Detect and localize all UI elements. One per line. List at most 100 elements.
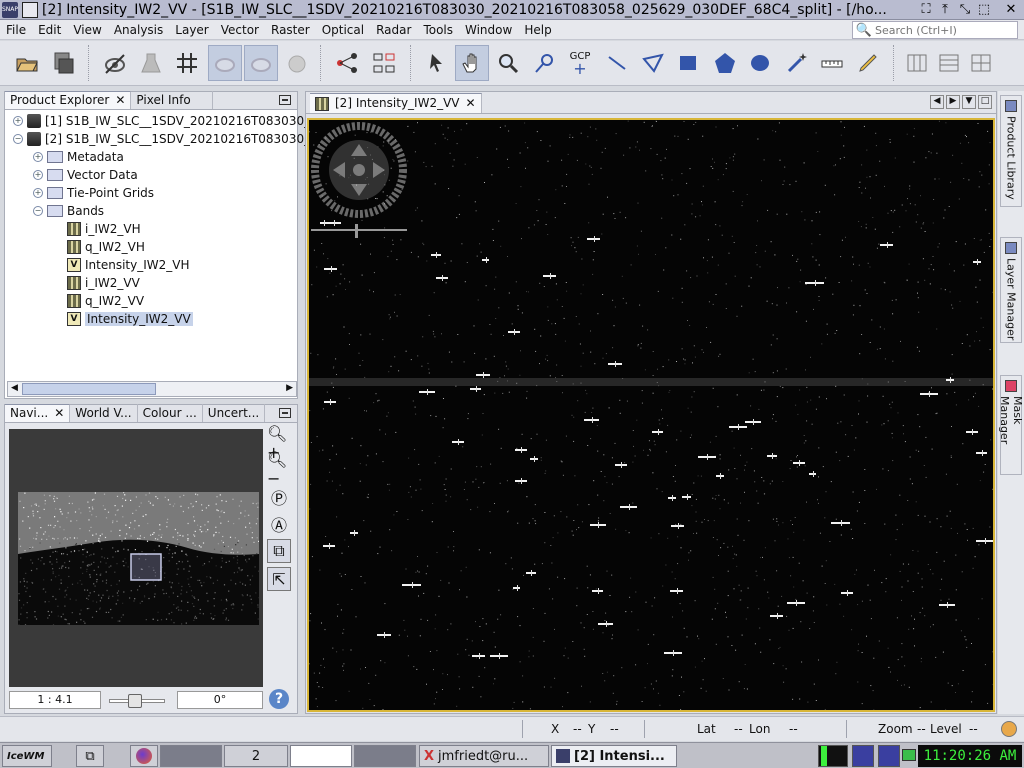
gcp-tool-button[interactable]: GCP + (563, 45, 597, 81)
menu-radar[interactable]: Radar (370, 23, 417, 37)
tree-node[interactable]: i_IW2_VV (53, 274, 140, 292)
pin-tool-button[interactable] (528, 45, 562, 81)
annotation-tool-button[interactable] (851, 45, 885, 81)
fullscreen-icon[interactable]: ⛶ (918, 2, 934, 18)
maximize-view-icon[interactable]: □ (978, 95, 992, 109)
sync-cursor-icon[interactable]: ⇱ (267, 567, 291, 591)
next-tab-icon[interactable]: ▶ (946, 95, 960, 109)
menu-optical[interactable]: Optical (316, 23, 370, 37)
tree-node[interactable]: + Metadata (33, 148, 124, 166)
workspace-1[interactable] (160, 745, 222, 767)
tree-node[interactable]: − [2] S1B_IW_SLC__1SDV_20210216T083030_ (13, 130, 310, 148)
tree-node[interactable]: + [1] S1B_IW_SLC__1SDV_20210216T083030_ (13, 112, 310, 130)
maximize-icon[interactable]: ⬚ (976, 2, 992, 18)
rotation-field[interactable]: 0° (177, 691, 263, 709)
sidebar-tab-product-library[interactable]: Product Library (1000, 95, 1022, 207)
help-icon[interactable]: ? (269, 689, 289, 709)
tab-navigation[interactable]: Navi... ✕ (5, 404, 71, 422)
tile-horizontally-button[interactable] (932, 45, 966, 81)
mail-icon[interactable] (902, 749, 916, 761)
ellipse-tool-button[interactable] (743, 45, 777, 81)
graticule-button[interactable] (170, 45, 204, 81)
menu-raster[interactable]: Raster (265, 23, 316, 37)
expand-icon[interactable]: + (33, 170, 43, 180)
close-icon[interactable]: ✕ (1003, 2, 1019, 18)
menu-layer[interactable]: Layer (169, 23, 214, 37)
range-finder-tool-button[interactable] (815, 45, 849, 81)
tree-node[interactable]: + Vector Data (33, 166, 138, 184)
workspace-3[interactable] (290, 745, 352, 767)
sync-views-icon[interactable]: ⧉ (267, 539, 291, 563)
filter-band-button[interactable] (134, 45, 168, 81)
rectangle-tool-button[interactable] (671, 45, 705, 81)
sidebar-tab-mask-manager[interactable]: Mask Manager (998, 375, 1024, 475)
tree-node[interactable]: i_IW2_VH (53, 220, 141, 238)
minimize-panel-icon[interactable] (279, 408, 291, 418)
select-tool-button[interactable] (420, 45, 454, 81)
overlay-pins-button[interactable] (244, 45, 278, 81)
tab-product-explorer[interactable]: Product Explorer ✕ (5, 91, 132, 109)
band-maths-button[interactable] (98, 45, 132, 81)
open-product-button[interactable] (10, 45, 44, 81)
zoom-all-icon[interactable]: Ⓐ (267, 512, 291, 536)
polyline-tool-button[interactable] (636, 45, 670, 81)
tile-grid-button[interactable] (964, 45, 998, 81)
zoom-slider[interactable] (109, 694, 165, 708)
scrollbar-thumb[interactable] (22, 383, 156, 395)
polygon-tool-button[interactable] (708, 45, 742, 81)
search-box[interactable]: 🔍 (852, 21, 1018, 39)
sar-image-canvas[interactable] (307, 118, 995, 712)
pan-tool-button[interactable] (455, 45, 489, 81)
close-tab-icon[interactable]: ✕ (115, 92, 125, 109)
horizontal-scrollbar[interactable]: ◀ ▶ (7, 381, 297, 397)
collapse-icon[interactable]: − (13, 134, 23, 144)
tree-node[interactable]: q_IW2_VV (53, 292, 144, 310)
tab-pixel-info[interactable]: Pixel Info (131, 91, 214, 109)
tree-node[interactable]: V Intensity_IW2_VH (53, 256, 190, 274)
snap-task[interactable]: [2] Intensi... (551, 745, 677, 767)
tile-evenly-button[interactable] (900, 45, 934, 81)
expand-icon[interactable]: + (33, 188, 43, 198)
magic-wand-tool-button[interactable] (780, 45, 814, 81)
menu-window[interactable]: Window (459, 23, 518, 37)
snap-app-icon[interactable]: SNAP (2, 1, 18, 18)
notifications-icon[interactable] (1001, 721, 1017, 737)
zoom-scale-control[interactable] (311, 224, 407, 240)
line-tool-button[interactable] (600, 45, 634, 81)
overlay-mask-button[interactable] (280, 45, 314, 81)
expand-icon[interactable]: + (33, 152, 43, 162)
close-tab-icon[interactable]: ✕ (466, 95, 476, 112)
viewport-rectangle[interactable] (130, 553, 162, 581)
search-input[interactable] (875, 23, 1015, 37)
tree-node[interactable]: V Intensity_IW2_VV (53, 310, 193, 328)
overlay-world-map-button[interactable] (208, 45, 242, 81)
menu-analysis[interactable]: Analysis (108, 23, 169, 37)
scale-field[interactable]: 1 : 4.1 (9, 691, 101, 709)
menu-tools[interactable]: Tools (417, 23, 459, 37)
tab-list-icon[interactable]: ▼ (962, 95, 976, 109)
tab-colour-manipulation[interactable]: Colour ... (138, 404, 203, 422)
minimize-icon[interactable]: ⤒ (937, 2, 953, 18)
terminal-task[interactable]: Xjmfriedt@ru... (419, 745, 549, 767)
tree-node[interactable]: q_IW2_VH (53, 238, 145, 256)
menu-vector[interactable]: Vector (215, 23, 265, 37)
tree-node[interactable]: + Tie-Point Grids (33, 184, 154, 202)
workspace-4[interactable] (354, 745, 416, 767)
window-menu-icon[interactable] (22, 1, 38, 18)
graph-builder-button[interactable] (330, 45, 364, 81)
restore-icon[interactable]: ⤡ (957, 2, 973, 18)
sidebar-tab-layer-manager[interactable]: Layer Manager (1000, 237, 1022, 343)
zoom-tool-button[interactable] (491, 45, 525, 81)
menu-view[interactable]: View (67, 23, 107, 37)
window-list-button[interactable]: ⧉ (76, 745, 104, 767)
save-product-button[interactable] (46, 45, 80, 81)
close-tab-icon[interactable]: ✕ (54, 405, 64, 422)
menu-file[interactable]: File (0, 23, 32, 37)
firefox-launcher[interactable] (130, 745, 158, 767)
tree-node[interactable]: − Bands (33, 202, 104, 220)
collapse-icon[interactable]: − (33, 206, 43, 216)
expand-icon[interactable]: + (13, 116, 23, 126)
scroll-left-icon[interactable]: ◀ (11, 383, 18, 393)
previous-tab-icon[interactable]: ◀ (930, 95, 944, 109)
tab-intensity-iw2-vv[interactable]: [2] Intensity_IW2_VV ✕ (310, 93, 482, 113)
